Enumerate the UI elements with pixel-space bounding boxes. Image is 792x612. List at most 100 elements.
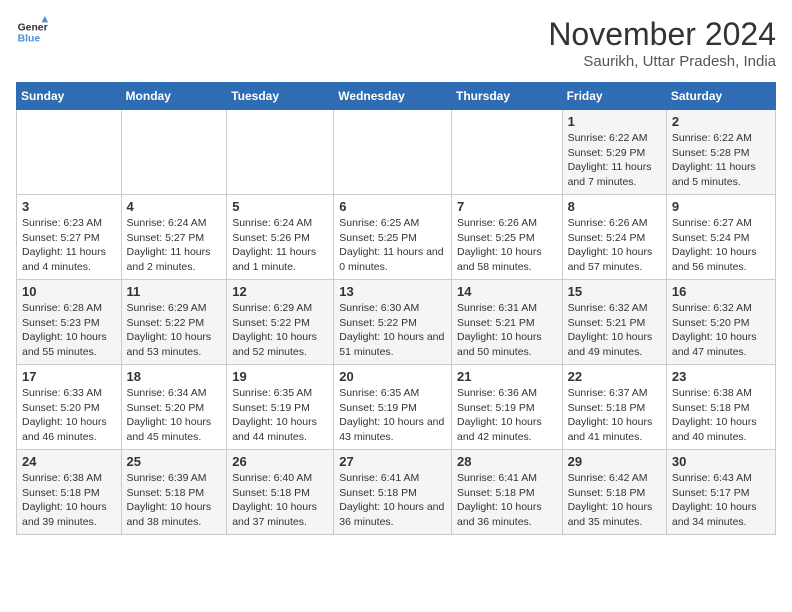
calendar-day-cell: 30 Sunrise: 6:43 AM Sunset: 5:17 PM Dayli… xyxy=(666,450,775,535)
day-info: Sunrise: 6:38 AM Sunset: 5:18 PM Dayligh… xyxy=(22,471,116,530)
calendar-day-cell: 19 Sunrise: 6:35 AM Sunset: 5:19 PM Dayli… xyxy=(227,365,334,450)
calendar-week-row: 24 Sunrise: 6:38 AM Sunset: 5:18 PM Dayli… xyxy=(17,450,776,535)
day-info: Sunrise: 6:23 AM Sunset: 5:27 PM Dayligh… xyxy=(22,216,116,275)
calendar-day-cell: 6Sunrise: 6:25 AM Sunset: 5:25 PM Daylig… xyxy=(334,195,452,280)
calendar-day-cell: 24 Sunrise: 6:38 AM Sunset: 5:18 PM Dayli… xyxy=(17,450,122,535)
day-info: Sunrise: 6:26 AM Sunset: 5:24 PM Dayligh… xyxy=(568,216,661,275)
calendar-day-cell xyxy=(451,110,562,195)
calendar-week-row: 10Sunrise: 6:28 AM Sunset: 5:23 PM Dayli… xyxy=(17,280,776,365)
day-number: 5 xyxy=(232,199,328,214)
calendar-day-cell: 29 Sunrise: 6:42 AM Sunset: 5:18 PM Dayli… xyxy=(562,450,666,535)
day-number: 18 xyxy=(127,369,222,384)
calendar-day-cell: 18 Sunrise: 6:34 AM Sunset: 5:20 PM Dayli… xyxy=(121,365,227,450)
calendar-day-cell: 11 Sunrise: 6:29 AM Sunset: 5:22 PM Dayli… xyxy=(121,280,227,365)
day-number: 23 xyxy=(672,369,770,384)
day-info: Sunrise: 6:42 AM Sunset: 5:18 PM Dayligh… xyxy=(568,471,661,530)
day-number: 24 xyxy=(22,454,116,469)
day-number: 4 xyxy=(127,199,222,214)
day-number: 28 xyxy=(457,454,557,469)
calendar-day-cell: 2 Sunrise: 6:22 AM Sunset: 5:28 PM Daylig… xyxy=(666,110,775,195)
calendar-day-cell: 3 Sunrise: 6:23 AM Sunset: 5:27 PM Daylig… xyxy=(17,195,122,280)
calendar-day-cell: 8 Sunrise: 6:26 AM Sunset: 5:24 PM Daylig… xyxy=(562,195,666,280)
day-number: 15 xyxy=(568,284,661,299)
calendar-day-cell: 15 Sunrise: 6:32 AM Sunset: 5:21 PM Dayli… xyxy=(562,280,666,365)
calendar-day-cell: 23Sunrise: 6:38 AM Sunset: 5:18 PM Dayli… xyxy=(666,365,775,450)
svg-text:General: General xyxy=(18,22,48,33)
calendar-day-cell: 21 Sunrise: 6:36 AM Sunset: 5:19 PM Dayli… xyxy=(451,365,562,450)
day-info: Sunrise: 6:33 AM Sunset: 5:20 PM Dayligh… xyxy=(22,386,116,445)
day-number: 17 xyxy=(22,369,116,384)
calendar-day-cell: 7 Sunrise: 6:26 AM Sunset: 5:25 PM Daylig… xyxy=(451,195,562,280)
day-number: 13 xyxy=(339,284,446,299)
calendar-day-cell: 28 Sunrise: 6:41 AM Sunset: 5:18 PM Dayli… xyxy=(451,450,562,535)
day-of-week-header: Thursday xyxy=(451,83,562,110)
day-number: 29 xyxy=(568,454,661,469)
calendar-day-cell: 1 Sunrise: 6:22 AM Sunset: 5:29 PM Daylig… xyxy=(562,110,666,195)
day-info: Sunrise: 6:36 AM Sunset: 5:19 PM Dayligh… xyxy=(457,386,557,445)
calendar-day-cell: 9Sunrise: 6:27 AM Sunset: 5:24 PM Daylig… xyxy=(666,195,775,280)
day-info: Sunrise: 6:34 AM Sunset: 5:20 PM Dayligh… xyxy=(127,386,222,445)
calendar-day-cell: 26Sunrise: 6:40 AM Sunset: 5:18 PM Dayli… xyxy=(227,450,334,535)
calendar-day-cell: 12 Sunrise: 6:29 AM Sunset: 5:22 PM Dayli… xyxy=(227,280,334,365)
day-info: Sunrise: 6:41 AM Sunset: 5:18 PM Dayligh… xyxy=(457,471,557,530)
calendar-day-cell xyxy=(17,110,122,195)
day-number: 12 xyxy=(232,284,328,299)
day-number: 11 xyxy=(127,284,222,299)
calendar-day-cell: 17 Sunrise: 6:33 AM Sunset: 5:20 PM Dayli… xyxy=(17,365,122,450)
calendar-header-row: SundayMondayTuesdayWednesdayThursdayFrid… xyxy=(17,83,776,110)
day-info: Sunrise: 6:24 AM Sunset: 5:26 PM Dayligh… xyxy=(232,216,328,275)
calendar-day-cell: 22 Sunrise: 6:37 AM Sunset: 5:18 PM Dayli… xyxy=(562,365,666,450)
calendar-day-cell: 16 Sunrise: 6:32 AM Sunset: 5:20 PM Dayli… xyxy=(666,280,775,365)
day-info: Sunrise: 6:37 AM Sunset: 5:18 PM Dayligh… xyxy=(568,386,661,445)
day-info: Sunrise: 6:43 AM Sunset: 5:17 PM Dayligh… xyxy=(672,471,770,530)
day-number: 7 xyxy=(457,199,557,214)
calendar-week-row: 3 Sunrise: 6:23 AM Sunset: 5:27 PM Daylig… xyxy=(17,195,776,280)
calendar-day-cell xyxy=(121,110,227,195)
day-number: 20 xyxy=(339,369,446,384)
title-block: November 2024 Saurikh, Uttar Pradesh, In… xyxy=(548,16,776,70)
day-number: 21 xyxy=(457,369,557,384)
day-number: 22 xyxy=(568,369,661,384)
day-info: Sunrise: 6:35 AM Sunset: 5:19 PM Dayligh… xyxy=(339,386,446,445)
day-number: 25 xyxy=(127,454,222,469)
page-header: General Blue November 2024 Saurikh, Utta… xyxy=(16,16,776,70)
day-info: Sunrise: 6:26 AM Sunset: 5:25 PM Dayligh… xyxy=(457,216,557,275)
calendar-day-cell: 10Sunrise: 6:28 AM Sunset: 5:23 PM Dayli… xyxy=(17,280,122,365)
day-number: 1 xyxy=(568,114,661,129)
day-number: 14 xyxy=(457,284,557,299)
calendar-day-cell: 13 Sunrise: 6:30 AM Sunset: 5:22 PM Dayli… xyxy=(334,280,452,365)
day-info: Sunrise: 6:32 AM Sunset: 5:20 PM Dayligh… xyxy=(672,301,770,360)
calendar-table: SundayMondayTuesdayWednesdayThursdayFrid… xyxy=(16,82,776,535)
month-title: November 2024 xyxy=(548,16,776,53)
day-info: Sunrise: 6:28 AM Sunset: 5:23 PM Dayligh… xyxy=(22,301,116,360)
day-of-week-header: Sunday xyxy=(17,83,122,110)
calendar-day-cell: 27Sunrise: 6:41 AM Sunset: 5:18 PM Dayli… xyxy=(334,450,452,535)
day-number: 9 xyxy=(672,199,770,214)
day-info: Sunrise: 6:29 AM Sunset: 5:22 PM Dayligh… xyxy=(232,301,328,360)
day-info: Sunrise: 6:24 AM Sunset: 5:27 PM Dayligh… xyxy=(127,216,222,275)
day-number: 19 xyxy=(232,369,328,384)
day-of-week-header: Monday xyxy=(121,83,227,110)
day-info: Sunrise: 6:22 AM Sunset: 5:29 PM Dayligh… xyxy=(568,131,661,190)
day-of-week-header: Friday xyxy=(562,83,666,110)
calendar-day-cell xyxy=(227,110,334,195)
calendar-body: 1 Sunrise: 6:22 AM Sunset: 5:29 PM Daylig… xyxy=(17,110,776,535)
day-info: Sunrise: 6:31 AM Sunset: 5:21 PM Dayligh… xyxy=(457,301,557,360)
day-number: 30 xyxy=(672,454,770,469)
calendar-day-cell: 5 Sunrise: 6:24 AM Sunset: 5:26 PM Daylig… xyxy=(227,195,334,280)
day-info: Sunrise: 6:41 AM Sunset: 5:18 PM Dayligh… xyxy=(339,471,446,530)
day-info: Sunrise: 6:22 AM Sunset: 5:28 PM Dayligh… xyxy=(672,131,770,190)
day-of-week-header: Tuesday xyxy=(227,83,334,110)
day-info: Sunrise: 6:39 AM Sunset: 5:18 PM Dayligh… xyxy=(127,471,222,530)
day-number: 8 xyxy=(568,199,661,214)
day-info: Sunrise: 6:32 AM Sunset: 5:21 PM Dayligh… xyxy=(568,301,661,360)
day-number: 6 xyxy=(339,199,446,214)
day-info: Sunrise: 6:35 AM Sunset: 5:19 PM Dayligh… xyxy=(232,386,328,445)
day-info: Sunrise: 6:29 AM Sunset: 5:22 PM Dayligh… xyxy=(127,301,222,360)
day-number: 16 xyxy=(672,284,770,299)
day-number: 2 xyxy=(672,114,770,129)
day-info: Sunrise: 6:30 AM Sunset: 5:22 PM Dayligh… xyxy=(339,301,446,360)
day-number: 3 xyxy=(22,199,116,214)
logo-icon: General Blue xyxy=(16,16,48,48)
calendar-week-row: 1 Sunrise: 6:22 AM Sunset: 5:29 PM Daylig… xyxy=(17,110,776,195)
